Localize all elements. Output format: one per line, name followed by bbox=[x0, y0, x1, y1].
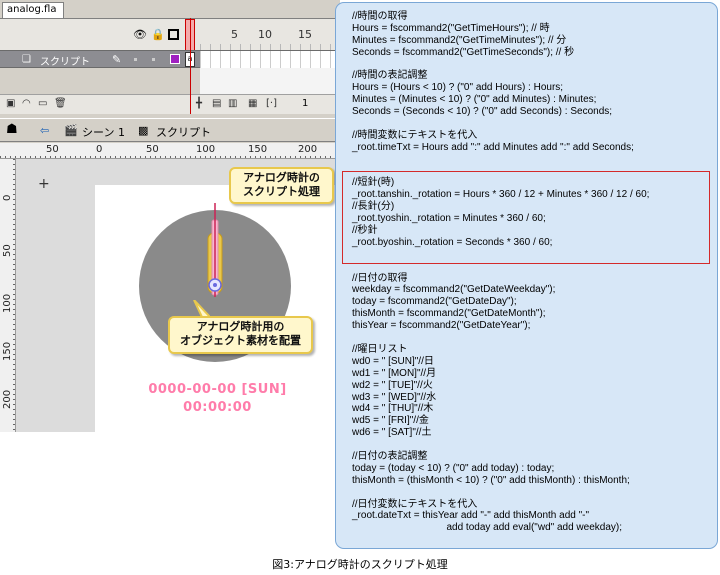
code-panel: //時間の取得 Hours = fscommand2("GetTimeHours… bbox=[335, 2, 718, 549]
ruler-label: 100 bbox=[2, 293, 13, 313]
code-line: //時間の取得 bbox=[352, 11, 408, 22]
code-line: thisMonth = fscommand2("GetDateMonth"); bbox=[352, 308, 546, 320]
code-line: wd0 = " [SUN]"//日 bbox=[352, 355, 434, 367]
code-line: //曜日リスト bbox=[352, 343, 408, 355]
lock-dot[interactable] bbox=[152, 58, 155, 61]
ruler-label: 0 bbox=[2, 194, 13, 201]
ruler-label: 50 bbox=[146, 144, 159, 155]
motion-guide-icon[interactable]: ◠ bbox=[22, 98, 31, 109]
ruler-label: 150 bbox=[248, 144, 268, 155]
ruler-label: 50 bbox=[46, 144, 59, 155]
code-line: //時間の表記調整 bbox=[352, 70, 428, 82]
code-line: Hours = (Hours < 10) ? ("0" add Hours) :… bbox=[352, 82, 564, 94]
code-line: //日付変数にテキストを代入 bbox=[352, 498, 478, 510]
time-text-field[interactable]: 00:00:00 bbox=[95, 400, 340, 415]
code-line: Minutes = (Minutes < 10) ? ("0" add Minu… bbox=[352, 94, 597, 106]
layer-color-swatch[interactable] bbox=[170, 54, 180, 64]
back-arrow-icon[interactable]: ⇦ bbox=[40, 124, 49, 137]
callout-script-process: アナログ時計の スクリプト処理 bbox=[229, 167, 334, 204]
frame-number: 10 bbox=[258, 28, 272, 41]
figure-caption: 図3:アナログ時計のスクリプト処理 bbox=[272, 558, 448, 571]
code-line: weekday = fscommand2("GetDateWeekday"); bbox=[352, 284, 556, 296]
code-line: //日付の取得 bbox=[352, 272, 408, 284]
onion-outline-icon[interactable]: ▥ bbox=[228, 98, 237, 109]
ruler-label: 200 bbox=[2, 389, 13, 409]
flash-ide: analog.fla 👁 🔒 5 10 15 ❏ スクリプト ✎ a ▣ ◠ ▭… bbox=[0, 0, 340, 432]
onion-skin-icon[interactable]: ▤ bbox=[212, 98, 221, 109]
code-line: Hours = fscommand2("GetTimeHours"); // 時 bbox=[352, 22, 550, 34]
callout-text: アナログ時計用の bbox=[196, 320, 285, 333]
code-line: //時間変数にテキストを代入 bbox=[352, 129, 478, 141]
code-line: today = (today < 10) ? ("0" add today) :… bbox=[352, 462, 555, 474]
code-line: today = fscommand2("GetDateDay"); bbox=[352, 296, 517, 308]
code-line: _root.dateTxt = thisYear add "-" add thi… bbox=[352, 510, 590, 522]
scene-label[interactable]: シーン 1 bbox=[82, 124, 125, 140]
hands-rotation-highlight bbox=[342, 171, 710, 264]
edit-bar: ☗ ⇦ 🎬 シーン 1 ▩ スクリプト bbox=[0, 118, 340, 142]
ruler-label: 0 bbox=[96, 144, 103, 155]
playhead-line bbox=[190, 18, 191, 114]
ruler-label: 100 bbox=[196, 144, 216, 155]
code-line: Seconds = fscommand2("GetTimeSeconds"); … bbox=[352, 46, 575, 58]
center-frame-icon[interactable]: ╋ bbox=[196, 98, 202, 109]
pencil-icon[interactable]: ✎ bbox=[112, 53, 121, 66]
callout-pointer bbox=[193, 300, 210, 318]
current-frame-number: 1 bbox=[302, 98, 309, 109]
layer-name: スクリプト bbox=[40, 57, 90, 68]
empty-frames bbox=[200, 68, 340, 94]
callout-text: スクリプト処理 bbox=[243, 185, 320, 198]
insert-layer-icon[interactable]: ▣ bbox=[6, 98, 15, 109]
ruler-label: 150 bbox=[2, 341, 13, 361]
frame-ruler[interactable]: 5 10 15 bbox=[200, 19, 340, 51]
layer-row-script[interactable]: ❏ スクリプト ✎ a bbox=[0, 50, 340, 68]
trash-icon[interactable]: 🗑 bbox=[54, 98, 67, 109]
code-line: wd2 = " [TUE]"//火 bbox=[352, 379, 433, 391]
symbol-icon: ▩ bbox=[138, 124, 149, 137]
ruler-label: 50 bbox=[2, 244, 13, 257]
registration-crosshair-icon: + bbox=[38, 176, 50, 192]
code-line: thisMonth = (thisMonth < 10) ? ("0" add … bbox=[352, 474, 630, 486]
scene-icon: 🎬 bbox=[64, 124, 78, 137]
frame-cells[interactable] bbox=[200, 51, 340, 68]
visibility-dot[interactable] bbox=[134, 58, 137, 61]
frame-number: 5 bbox=[231, 28, 238, 41]
document-tab[interactable]: analog.fla bbox=[2, 2, 64, 18]
eye-icon[interactable]: 👁 bbox=[133, 29, 147, 41]
lock-icon[interactable]: 🔒 bbox=[151, 29, 165, 41]
vertical-ruler[interactable]: 0 50 100 150 200 bbox=[0, 159, 16, 432]
timeline-header: 👁 🔒 5 10 15 bbox=[0, 18, 340, 51]
code-line: wd6 = " [SAT]"//土 bbox=[352, 427, 432, 439]
folder-icon[interactable]: ▭ bbox=[38, 98, 47, 109]
callout-object-material: アナログ時計用の オブジェクト素材を配置 bbox=[168, 316, 313, 354]
code-line: _root.timeTxt = Hours add ":" add Minute… bbox=[352, 141, 634, 153]
code-line: //日付の表記調整 bbox=[352, 450, 428, 462]
date-text-field[interactable]: 0000-00-00 [SUN] bbox=[95, 382, 340, 397]
outline-icon[interactable] bbox=[168, 29, 179, 40]
timeline-toolbar: ▣ ◠ ▭ 🗑 ╋ ▤ ▥ ▦ [·] 1 bbox=[0, 94, 340, 114]
layer-icon: ❏ bbox=[22, 54, 31, 65]
code-line: wd4 = " [THU]"//木 bbox=[352, 403, 434, 415]
ruler-label: 200 bbox=[298, 144, 318, 155]
clock-center-dot bbox=[213, 283, 217, 287]
code-line: wd3 = " [WED]"//水 bbox=[352, 391, 437, 403]
timeline-toggle-icon[interactable]: ☗ bbox=[6, 122, 18, 137]
code-line: wd5 = " [FRI]"//金 bbox=[352, 415, 429, 427]
code-line: add today add eval("wd" add weekday); bbox=[352, 522, 623, 534]
frame-number: 15 bbox=[298, 28, 312, 41]
code-line: thisYear = fscommand2("GetDateYear"); bbox=[352, 320, 531, 332]
horizontal-ruler[interactable]: 50 0 50 100 150 200 bbox=[0, 143, 340, 159]
code-line: Minutes = fscommand2("GetTimeMinutes"); … bbox=[352, 34, 567, 46]
timeline-empty-area bbox=[0, 68, 340, 94]
modify-markers-icon[interactable]: [·] bbox=[266, 98, 277, 109]
callout-text: アナログ時計の bbox=[243, 171, 320, 184]
symbol-label[interactable]: スクリプト bbox=[156, 124, 211, 140]
callout-text: オブジェクト素材を配置 bbox=[180, 334, 301, 347]
actionscript-code: //時間の取得 Hours = fscommand2("GetTimeHours… bbox=[352, 11, 712, 534]
edit-multiple-icon[interactable]: ▦ bbox=[248, 98, 257, 109]
code-line: wd1 = " [MON]"//月 bbox=[352, 367, 437, 379]
code-line: Seconds = (Seconds < 10) ? ("0" add Seco… bbox=[352, 106, 613, 118]
